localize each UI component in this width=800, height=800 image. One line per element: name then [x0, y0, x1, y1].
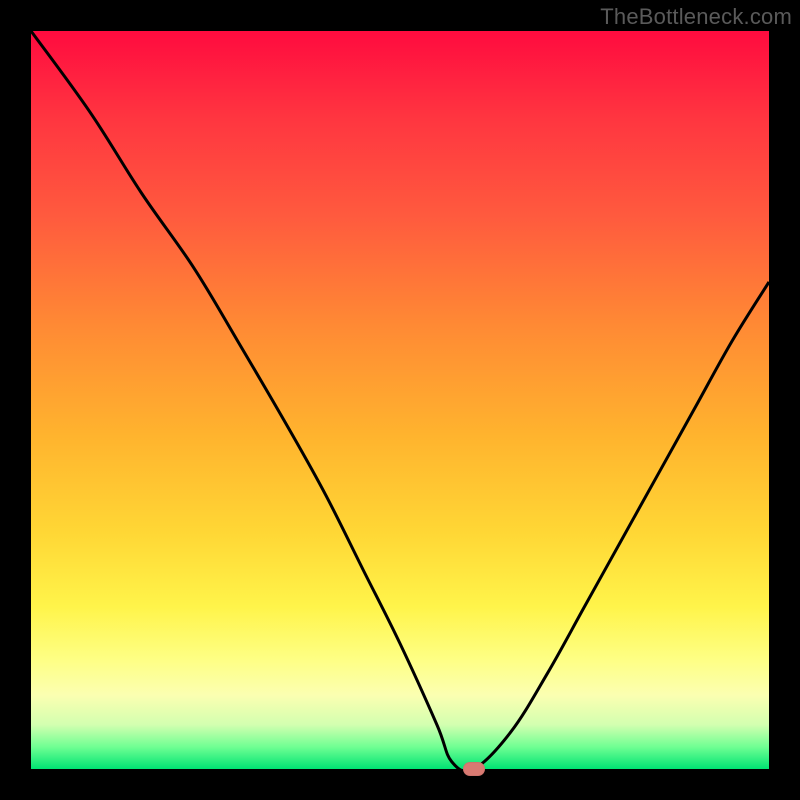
bottleneck-curve [31, 31, 769, 769]
curve-path [31, 31, 769, 771]
chart-frame: TheBottleneck.com [0, 0, 800, 800]
watermark-text: TheBottleneck.com [600, 4, 792, 30]
plot-area [31, 31, 769, 769]
minimum-marker [463, 762, 485, 776]
